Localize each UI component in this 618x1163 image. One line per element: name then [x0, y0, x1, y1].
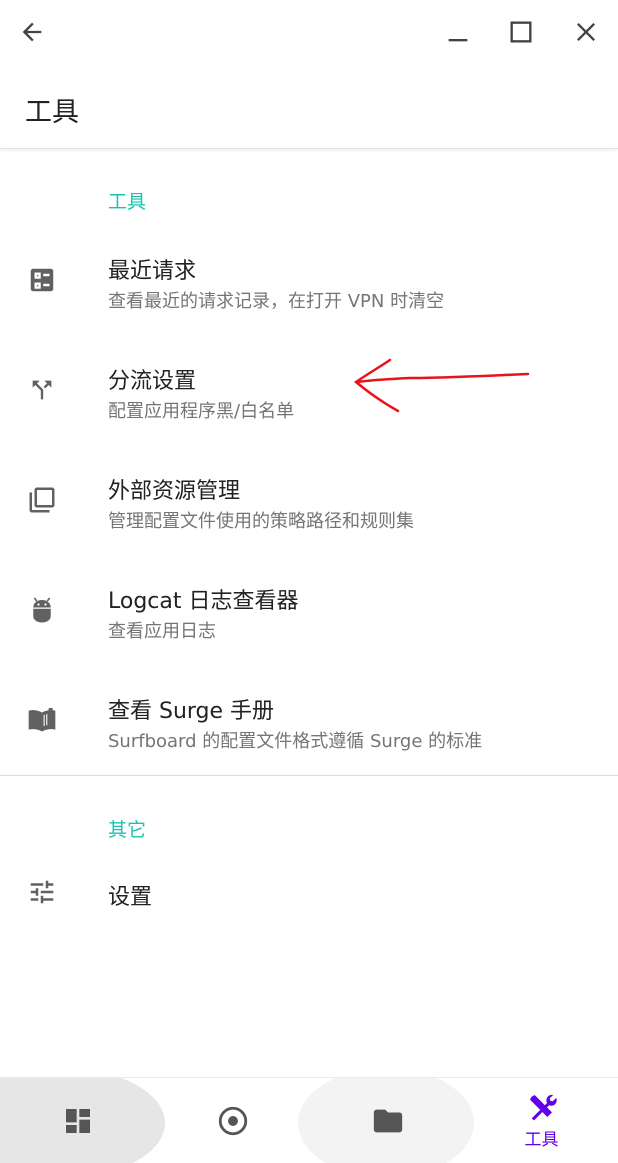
nav-connection[interactable]	[155, 1078, 310, 1163]
nav-dashboard[interactable]	[0, 1078, 155, 1163]
section-divider	[0, 775, 618, 776]
item-title: 分流设置	[108, 369, 197, 394]
item-title: 最近请求	[108, 259, 197, 284]
call-split-icon	[24, 372, 60, 408]
tools-icon	[529, 1094, 557, 1121]
item-subtitle: 管理配置文件使用的策略路径和规则集	[108, 511, 414, 532]
nav-tools[interactable]: 工具	[465, 1078, 618, 1163]
close-button[interactable]	[562, 8, 610, 56]
item-subtitle: 查看最近的请求记录，在打开 VPN 时清空	[108, 291, 445, 312]
close-icon	[577, 23, 595, 41]
list-item-settings[interactable]: 设置	[0, 853, 618, 933]
tune-icon	[24, 874, 60, 910]
item-title: Logcat 日志查看器	[108, 589, 299, 614]
section-header-tools: 工具	[108, 191, 147, 213]
list-item-split-settings[interactable]: 分流设置 配置应用程序黑/白名单	[0, 336, 618, 446]
recent-requests-icon	[24, 262, 60, 298]
android-icon	[24, 592, 60, 628]
window-titlebar	[0, 0, 618, 64]
nav-label: 工具	[524, 1130, 559, 1150]
arrow-left-icon	[22, 22, 42, 42]
maximize-button[interactable]	[497, 8, 545, 56]
item-subtitle: 查看应用日志	[108, 621, 216, 642]
radio-button-icon	[218, 1106, 247, 1135]
item-subtitle: 配置应用程序黑/白名单	[108, 401, 295, 422]
list-item-external-resources[interactable]: 外部资源管理 管理配置文件使用的策略路径和规则集	[0, 446, 618, 556]
maximize-icon	[510, 21, 532, 43]
back-button[interactable]	[8, 8, 56, 56]
nav-profiles[interactable]	[310, 1078, 465, 1163]
minimize-icon	[448, 39, 468, 42]
minimize-button[interactable]	[434, 8, 482, 56]
dashboard-icon	[65, 1108, 90, 1133]
library-icon	[24, 482, 60, 518]
folder-icon	[373, 1109, 402, 1132]
app-bar: 工具	[0, 64, 618, 149]
list-item-surge-manual[interactable]: 查看 Surge 手册 Surfboard 的配置文件格式遵循 Surge 的标…	[0, 666, 618, 776]
book-icon	[24, 702, 60, 738]
item-subtitle: Surfboard 的配置文件格式遵循 Surge 的标准	[108, 731, 483, 752]
item-title: 设置	[108, 885, 153, 910]
section-header-other: 其它	[108, 819, 147, 841]
bottom-navigation: 工具	[0, 1077, 618, 1163]
list-item-logcat[interactable]: Logcat 日志查看器 查看应用日志	[0, 556, 618, 666]
item-title: 外部资源管理	[108, 479, 241, 504]
list-item-recent-requests[interactable]: 最近请求 查看最近的请求记录，在打开 VPN 时清空	[0, 226, 618, 336]
page-title: 工具	[25, 97, 79, 128]
item-title: 查看 Surge 手册	[108, 699, 275, 724]
